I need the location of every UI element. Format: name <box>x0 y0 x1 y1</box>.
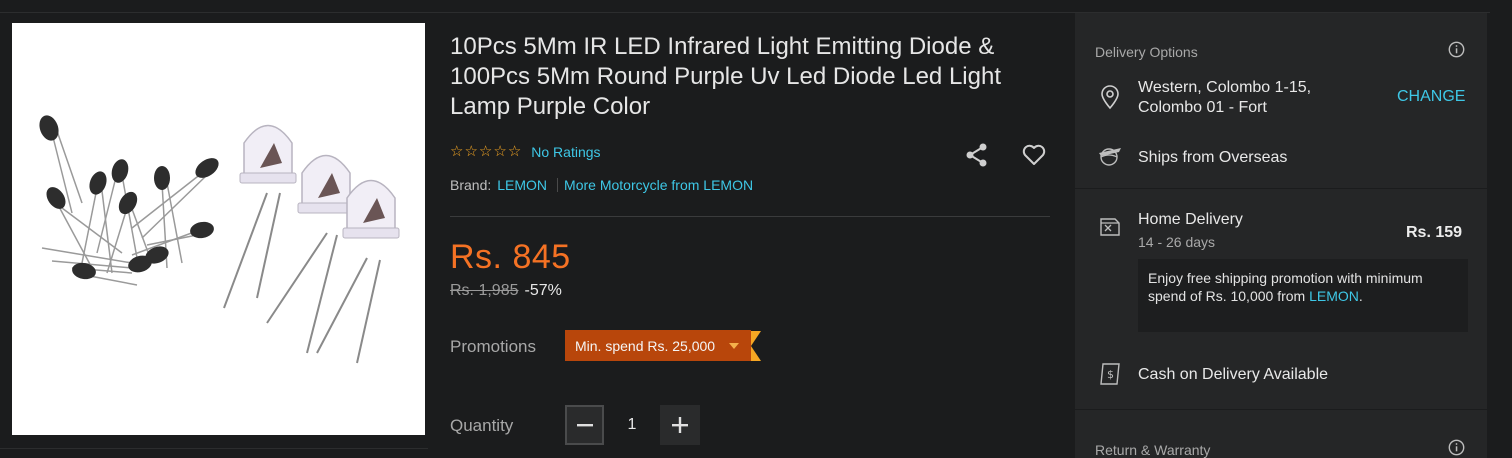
image-divider <box>0 448 428 449</box>
globe-plane-icon <box>1097 143 1123 169</box>
discount-percent: -57% <box>524 282 562 299</box>
free-shipping-promo: Enjoy free shipping promotion with minim… <box>1138 259 1468 332</box>
brand-link[interactable]: LEMON <box>497 177 547 193</box>
delivery-separator <box>1075 188 1487 189</box>
promo-text: Enjoy free shipping promotion with minim… <box>1148 270 1423 304</box>
brand-separator <box>557 178 559 192</box>
delivery-separator <box>1075 409 1487 410</box>
uv-led-2 <box>266 154 355 354</box>
rating-stars: ☆ ☆ ☆ ☆ ☆ <box>450 144 521 160</box>
more-from-brand-link[interactable]: More Motorcycle from LEMON <box>564 177 753 193</box>
promo-store-link[interactable]: LEMON <box>1309 288 1359 304</box>
heart-icon[interactable] <box>1021 142 1047 168</box>
price-comparison: Rs. 1,985 -57% <box>450 282 562 300</box>
delivery-location: Western, Colombo 1-15, Colombo 01 - Fort <box>1138 78 1311 118</box>
svg-text:$: $ <box>1107 368 1114 381</box>
plus-icon <box>672 417 688 433</box>
star-icon: ☆ <box>450 143 464 160</box>
location-line-2: Colombo 01 - Fort <box>1138 99 1267 116</box>
rating-row: ☆ ☆ ☆ ☆ ☆ No Ratings <box>450 144 601 161</box>
star-icon: ☆ <box>478 143 493 160</box>
brand-label: Brand: <box>450 177 492 193</box>
return-warranty-heading: Return & Warranty <box>1095 442 1211 458</box>
share-icon[interactable] <box>964 142 990 168</box>
ratings-link[interactable]: No Ratings <box>531 144 600 160</box>
cash-receipt-icon: $ <box>1097 361 1123 387</box>
cash-on-delivery-text: Cash on Delivery Available <box>1138 366 1329 383</box>
brand-row: Brand: LEMON More Motorcycle from LEMON <box>450 177 753 193</box>
promotion-tag-body: Min. spend Rs. 25,000 <box>565 330 752 361</box>
promotion-tag[interactable]: Min. spend Rs. 25,000 <box>565 330 762 361</box>
ships-from-text: Ships from Overseas <box>1138 149 1288 166</box>
home-delivery-days: 14 - 26 days <box>1138 234 1216 250</box>
tag-notch <box>751 330 762 361</box>
quantity-increase-button[interactable] <box>660 405 700 445</box>
delivery-options-heading: Delivery Options <box>1095 44 1198 60</box>
info-icon[interactable] <box>1448 439 1465 456</box>
section-divider <box>450 216 1050 217</box>
quantity-decrease-button[interactable] <box>565 405 604 445</box>
current-price: Rs. 845 <box>450 238 571 276</box>
product-image[interactable] <box>12 23 425 435</box>
star-icon: ☆ <box>464 143 478 160</box>
minus-icon <box>576 424 593 427</box>
star-icon: ☆ <box>493 143 507 160</box>
info-icon[interactable] <box>1448 41 1465 58</box>
uv-led-1 <box>223 124 297 309</box>
home-delivery-fee: Rs. 159 <box>1406 224 1463 241</box>
change-location-button[interactable]: CHANGE <box>1397 88 1465 106</box>
package-icon <box>1097 213 1123 239</box>
promo-end: . <box>1358 288 1363 304</box>
promotion-tag-text: Min. spend Rs. 25,000 <box>575 337 716 354</box>
product-title: 10Pcs 5Mm IR LED Infrared Light Emitting… <box>450 33 1001 120</box>
promotions-label: Promotions <box>450 337 536 356</box>
star-icon: ☆ <box>507 143 522 160</box>
original-price: Rs. 1,985 <box>450 282 519 299</box>
location-pin-icon <box>1097 84 1123 110</box>
led-product-photo <box>39 115 400 364</box>
location-line-1: Western, Colombo 1-15, <box>1138 79 1312 96</box>
quantity-label: Quantity <box>450 416 514 435</box>
chevron-down-icon <box>729 342 740 349</box>
quantity-input[interactable]: 1 <box>612 416 652 434</box>
home-delivery-title: Home Delivery <box>1138 211 1243 228</box>
